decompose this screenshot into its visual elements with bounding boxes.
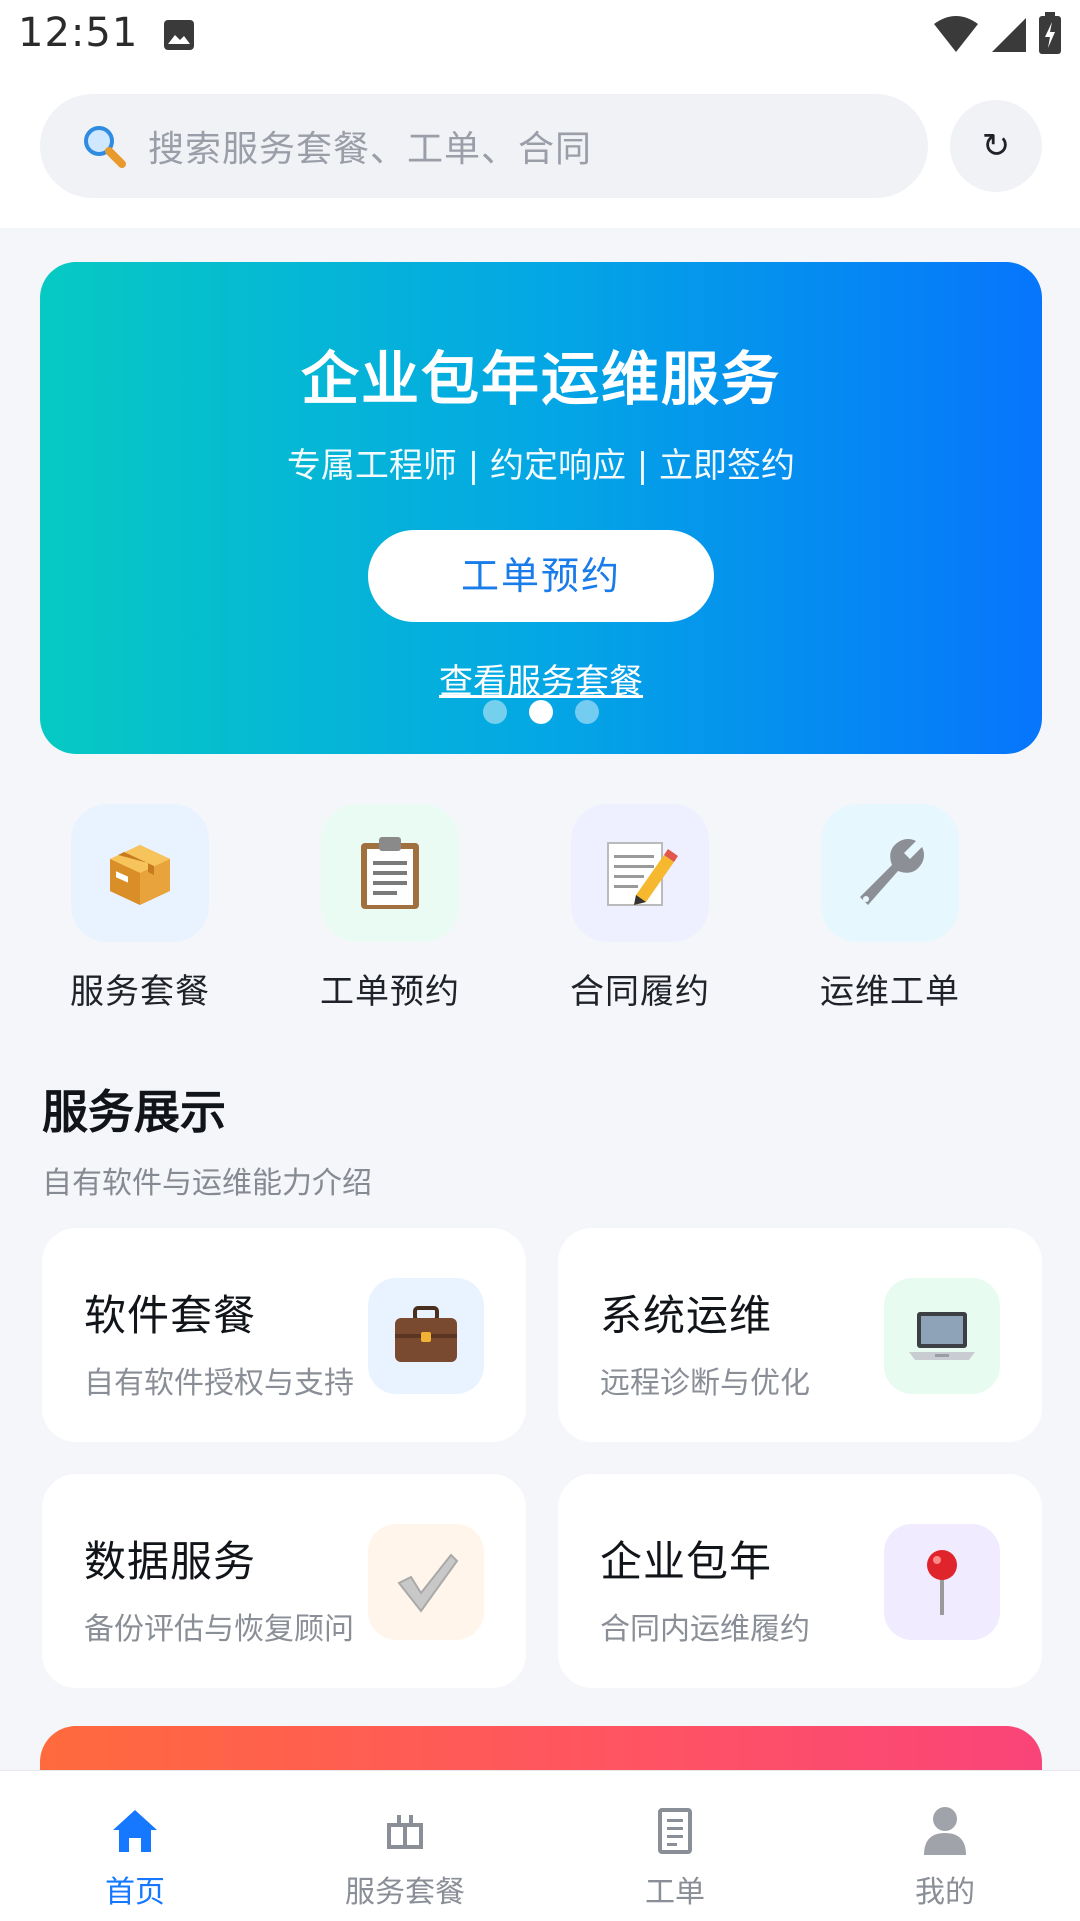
laptop-icon xyxy=(884,1278,1000,1394)
clipboard-icon xyxy=(321,804,459,942)
banner-subtitle: 专属工程师 | 约定响应 | 立即签约 xyxy=(286,446,796,486)
nav-item-work-orders[interactable]: 工单 xyxy=(540,1771,810,1921)
document-icon xyxy=(645,1801,705,1861)
pushpin-icon xyxy=(884,1524,1000,1640)
status-time: 12:51 xyxy=(18,10,139,56)
card-title: 企业包年 xyxy=(600,1537,773,1586)
quick-action-label: 服务套餐 xyxy=(70,972,210,1012)
package-shelf-icon xyxy=(375,1801,435,1861)
nav-label: 服务套餐 xyxy=(345,1875,465,1910)
carousel-dot[interactable] xyxy=(483,700,507,724)
nav-item-home[interactable]: 首页 xyxy=(0,1771,270,1921)
nav-label: 首页 xyxy=(105,1875,165,1910)
cellular-signal-icon xyxy=(990,14,1028,58)
quick-action-label: 合同履约 xyxy=(570,972,710,1012)
card-desc: 自有软件授权与支持 xyxy=(84,1366,354,1401)
search-input[interactable]: 搜索服务套餐、工单、合同 xyxy=(40,94,928,198)
refresh-button[interactable]: ↻ xyxy=(950,100,1042,192)
section-subtitle: 自有软件与运维能力介绍 xyxy=(42,1166,372,1201)
service-card-enterprise-annual[interactable]: 企业包年 合同内运维履约 xyxy=(558,1474,1042,1688)
quick-action-service-package[interactable]: 服务套餐 xyxy=(40,804,240,1013)
service-card-data-service[interactable]: 数据服务 备份评估与恢复顾问 xyxy=(42,1474,526,1688)
card-title: 数据服务 xyxy=(84,1537,257,1586)
bottom-navigation: 首页 服务套餐 工单 我的 xyxy=(0,1770,1080,1921)
check-mark-icon xyxy=(368,1524,484,1640)
package-icon xyxy=(71,804,209,942)
carousel-indicator[interactable] xyxy=(40,700,1042,724)
nav-label: 我的 xyxy=(915,1875,975,1910)
nav-item-service-packages[interactable]: 服务套餐 xyxy=(270,1771,540,1921)
wrench-icon xyxy=(821,804,959,942)
card-title: 软件套餐 xyxy=(84,1291,257,1340)
user-icon xyxy=(915,1801,975,1861)
section-title: 服务展示 xyxy=(42,1085,226,1139)
status-bar: 12:51 xyxy=(0,0,1080,76)
quick-action-label: 工单预约 xyxy=(320,972,460,1012)
nav-label: 工单 xyxy=(645,1875,705,1910)
briefcase-icon xyxy=(368,1278,484,1394)
gallery-notification-icon xyxy=(162,18,196,52)
refresh-icon: ↻ xyxy=(981,126,1011,166)
banner-title: 企业包年运维服务 xyxy=(300,345,781,413)
card-desc: 远程诊断与优化 xyxy=(600,1366,810,1401)
promo-banner[interactable]: 企业包年运维服务 专属工程师 | 约定响应 | 立即签约 工单预约 查看服务套餐 xyxy=(40,262,1042,754)
search-placeholder: 搜索服务套餐、工单、合同 xyxy=(148,129,593,170)
quick-action-label: 运维工单 xyxy=(820,972,960,1012)
card-desc: 备份评估与恢复顾问 xyxy=(84,1612,354,1647)
search-icon xyxy=(80,122,128,170)
status-icons xyxy=(932,12,1062,60)
book-work-order-button[interactable]: 工单预约 xyxy=(368,530,714,622)
quick-action-book-work-order[interactable]: 工单预约 xyxy=(290,804,490,1013)
service-card-system-ops[interactable]: 系统运维 远程诊断与优化 xyxy=(558,1228,1042,1442)
service-card-software-package[interactable]: 软件套餐 自有软件授权与支持 xyxy=(42,1228,526,1442)
memo-pencil-icon xyxy=(571,804,709,942)
nav-item-profile[interactable]: 我的 xyxy=(810,1771,1080,1921)
carousel-dot[interactable] xyxy=(529,700,553,724)
card-desc: 合同内运维履约 xyxy=(600,1612,810,1647)
quick-actions: 服务套餐 工单预约 合同履约 运维工单 xyxy=(40,804,1040,1024)
battery-charging-icon xyxy=(1038,12,1062,60)
quick-action-contract-fulfillment[interactable]: 合同履约 xyxy=(540,804,740,1013)
home-icon xyxy=(105,1801,165,1861)
wifi-icon xyxy=(932,14,980,58)
card-title: 系统运维 xyxy=(600,1291,773,1340)
carousel-dot[interactable] xyxy=(575,700,599,724)
quick-action-ops-work-order[interactable]: 运维工单 xyxy=(790,804,990,1013)
search-header: 搜索服务套餐、工单、合同 ↻ xyxy=(0,76,1080,228)
view-packages-link[interactable]: 查看服务套餐 xyxy=(40,654,1042,703)
